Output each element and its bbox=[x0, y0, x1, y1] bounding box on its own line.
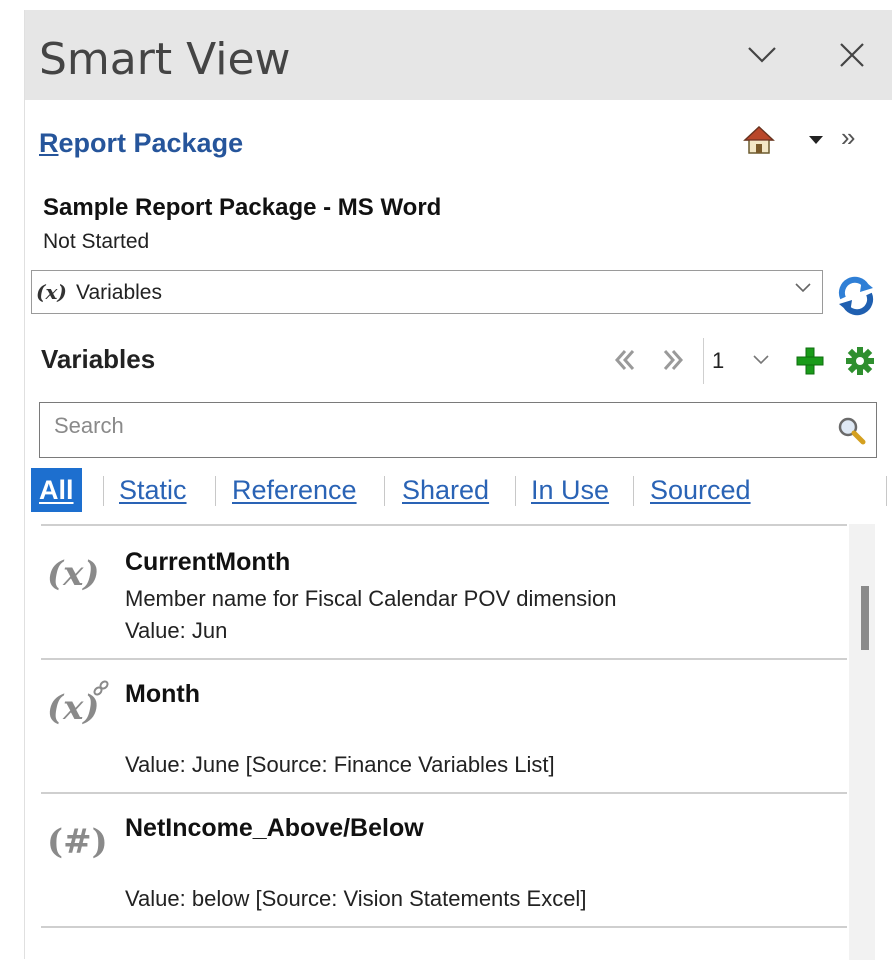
selector-value: Variables bbox=[76, 281, 162, 304]
variable-value: Value: below [Source: Vision Statements … bbox=[125, 886, 587, 911]
add-icon[interactable] bbox=[795, 346, 825, 376]
scrollbar-thumb[interactable] bbox=[861, 586, 869, 650]
link-text: eport Package bbox=[58, 128, 244, 158]
close-icon bbox=[840, 43, 864, 67]
variable-name: Month bbox=[125, 680, 200, 708]
tab-reference[interactable]: Reference bbox=[232, 468, 357, 512]
tab-sourced[interactable]: Sourced bbox=[650, 468, 751, 512]
report-package-link[interactable]: Report Package bbox=[39, 128, 243, 159]
tab-static[interactable]: Static bbox=[119, 468, 187, 512]
list-item[interactable]: (x) CurrentMonth Member name for Fiscal … bbox=[41, 524, 847, 660]
link-icon bbox=[93, 680, 109, 696]
variable-value: Value: Jun bbox=[125, 618, 228, 643]
chevron-down-icon bbox=[795, 283, 811, 293]
tab-separator bbox=[215, 476, 216, 506]
next-icon[interactable] bbox=[659, 346, 687, 374]
smart-view-pane: Smart View Report Package » Sample Repor… bbox=[24, 10, 892, 960]
search-icon[interactable] bbox=[836, 415, 866, 445]
numeric-variable-icon: (#) bbox=[47, 822, 108, 862]
page-selector[interactable]: 1 bbox=[703, 338, 781, 384]
tab-all[interactable]: All bbox=[31, 468, 82, 512]
panel-selector-dropdown[interactable]: (x) Variables bbox=[31, 270, 823, 314]
variable-type-icon: (x) bbox=[36, 280, 67, 304]
variable-name: NetIncome_Above/Below bbox=[125, 814, 424, 842]
variables-list: (x) CurrentMonth Member name for Fiscal … bbox=[41, 524, 847, 959]
search-placeholder: Search bbox=[54, 413, 124, 438]
tab-separator bbox=[515, 476, 516, 506]
chevron-down-icon bbox=[748, 47, 776, 63]
filter-tabs: All Static Reference Shared In Use Sourc… bbox=[31, 468, 891, 512]
close-pane-button[interactable] bbox=[827, 30, 877, 80]
pane-titlebar: Smart View bbox=[25, 10, 892, 100]
double-chevron-right-icon[interactable]: » bbox=[841, 122, 855, 153]
tab-in-use[interactable]: In Use bbox=[531, 468, 609, 512]
section-title: Variables bbox=[41, 344, 156, 374]
list-item[interactable]: (x) Month Value: June [Source: Finance V… bbox=[41, 658, 847, 794]
tab-shared[interactable]: Shared bbox=[402, 468, 489, 512]
tab-separator bbox=[886, 476, 887, 506]
package-name: Sample Report Package - MS Word bbox=[43, 194, 442, 221]
settings-icon[interactable] bbox=[845, 346, 875, 376]
tab-separator bbox=[103, 476, 104, 506]
list-item[interactable] bbox=[41, 926, 847, 959]
tab-separator bbox=[384, 476, 385, 506]
home-icon[interactable] bbox=[743, 124, 775, 156]
previous-icon[interactable] bbox=[611, 346, 639, 374]
dropdown-caret-icon[interactable] bbox=[809, 136, 823, 144]
page-number: 1 bbox=[712, 348, 725, 373]
link-access-key: R bbox=[39, 128, 59, 158]
chevron-down-icon bbox=[753, 355, 769, 365]
search-input[interactable]: Search bbox=[39, 402, 877, 458]
tab-separator bbox=[633, 476, 634, 506]
variable-description: Member name for Fiscal Calendar POV dime… bbox=[125, 586, 617, 611]
list-item[interactable]: (#) NetIncome_Above/Below Value: below [… bbox=[41, 792, 847, 928]
collapse-pane-button[interactable] bbox=[737, 30, 787, 80]
static-variable-icon: (x) bbox=[47, 554, 100, 594]
variable-name: CurrentMonth bbox=[125, 548, 291, 576]
pane-title: Smart View bbox=[39, 34, 291, 85]
variable-value: Value: June [Source: Finance Variables L… bbox=[125, 752, 555, 777]
refresh-icon[interactable] bbox=[835, 276, 877, 316]
package-status: Not Started bbox=[43, 230, 150, 253]
